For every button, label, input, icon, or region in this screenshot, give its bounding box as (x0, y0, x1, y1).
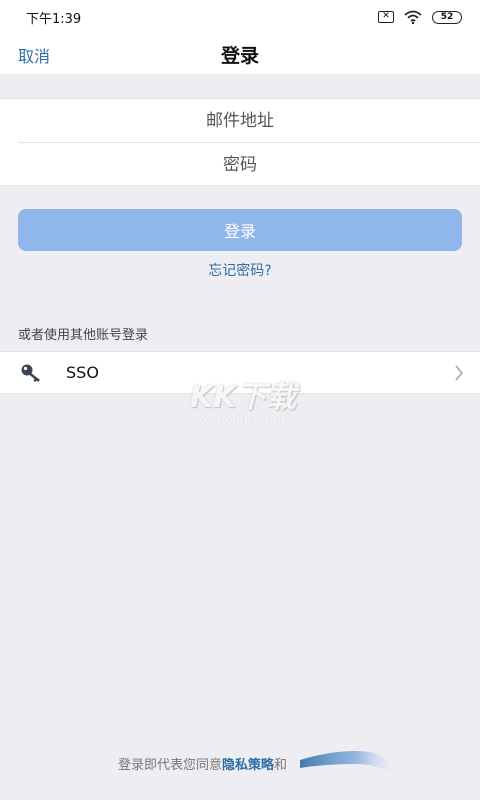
battery-icon: 52 (432, 10, 462, 24)
terms-prefix: 登录即代表您同意 (118, 758, 223, 773)
email-field[interactable] (0, 99, 480, 142)
watermark: KK下载 www.kkx.net (183, 372, 303, 428)
swoosh-decoration (300, 751, 395, 776)
key-icon (21, 364, 40, 382)
forgot-password-link[interactable]: 忘记密码? (0, 260, 480, 280)
wifi-icon (404, 10, 422, 24)
page-title: 登录 (220, 45, 259, 67)
watermark-url: www.kkx.net (199, 414, 287, 428)
sso-label: SSO (66, 363, 99, 382)
status-bar: 下午1:39 ✕ 52 (0, 0, 480, 34)
login-button[interactable]: 登录 (18, 209, 462, 251)
terms-connector: 和 (274, 758, 288, 773)
watermark-logo: KK下载 (189, 380, 297, 415)
login-form (0, 98, 480, 186)
terms-notice: 登录即代表您同意隐私策略和 (118, 754, 287, 773)
chevron-right-icon (455, 365, 464, 381)
nav-bar: 取消 登录 (0, 34, 480, 74)
status-icons: ✕ 52 (378, 10, 462, 24)
alt-login-label: 或者使用其他账号登录 (18, 328, 149, 343)
password-field[interactable] (0, 143, 480, 186)
privacy-policy-link[interactable]: 隐私策略 (222, 758, 274, 773)
no-sim-icon: ✕ (378, 11, 394, 23)
status-time: 下午1:39 (26, 11, 82, 27)
